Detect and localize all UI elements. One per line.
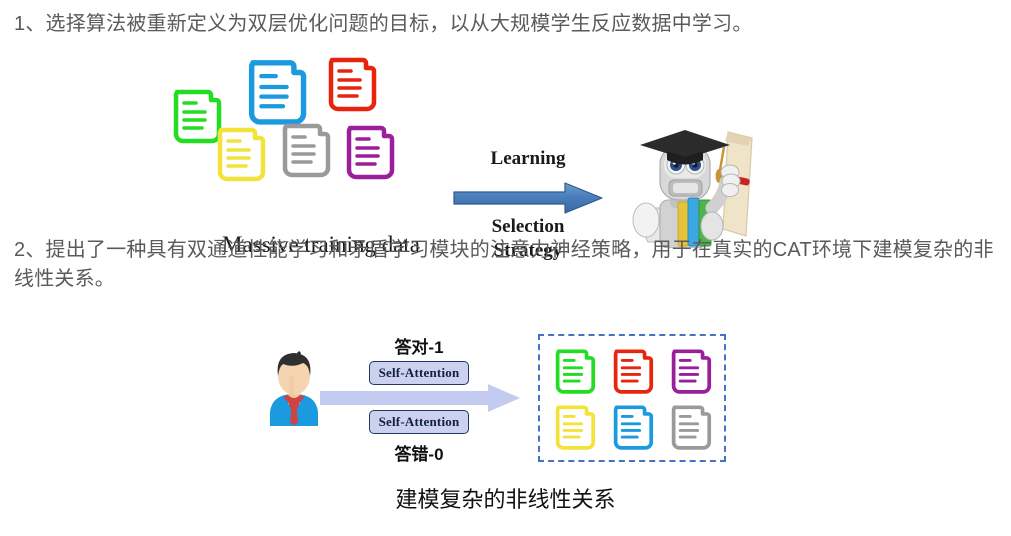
bullet-point-2: 2、提出了一种具有双通道性能学习和矛盾学习模块的注意力神经策略，用于在真实的CA…	[14, 239, 994, 290]
learning-arrow-label: Learning	[490, 148, 566, 169]
document-icon-gray	[670, 404, 712, 452]
document-icon-green	[554, 348, 596, 396]
student-avatar-icon	[266, 350, 322, 426]
slide-canvas: 1、选择算法被重新定义为双层优化问题的目标，以从大规模学生反应数据中学习。 Ma…	[0, 0, 1011, 536]
document-icon-red	[327, 56, 377, 114]
incorrect-answer-score-label: 答错-0	[394, 445, 444, 464]
document-icon-purple	[670, 348, 712, 396]
self-attention-box-top: Self-Attention	[369, 361, 469, 385]
document-icon-purple	[345, 124, 395, 182]
document-icon-yellow	[216, 126, 266, 184]
graduate-robot-icon	[612, 108, 767, 248]
document-icon-blue	[246, 58, 308, 128]
figure-2-caption: 建模复杂的非线性关系	[395, 487, 616, 512]
document-icon-red	[612, 348, 654, 396]
bullet-point-1: 1、选择算法被重新定义为双层优化问题的目标，以从大规模学生反应数据中学习。	[14, 13, 753, 35]
document-icon-blue	[612, 404, 654, 452]
learning-arrow-icon	[453, 182, 603, 214]
selection-strategy-label-line1: Selection	[491, 216, 565, 237]
document-icon-green	[172, 88, 222, 146]
document-icon-yellow	[554, 404, 596, 452]
question-bank-container	[538, 334, 726, 462]
document-icon-gray	[281, 122, 331, 180]
correct-answer-score-label: 答对-1	[394, 338, 444, 357]
answer-flow-arrow-icon	[320, 384, 520, 412]
self-attention-box-bottom: Self-Attention	[369, 410, 469, 434]
figure-learning-selection-strategy: Massive training data Learning Selection…	[0, 50, 1011, 261]
